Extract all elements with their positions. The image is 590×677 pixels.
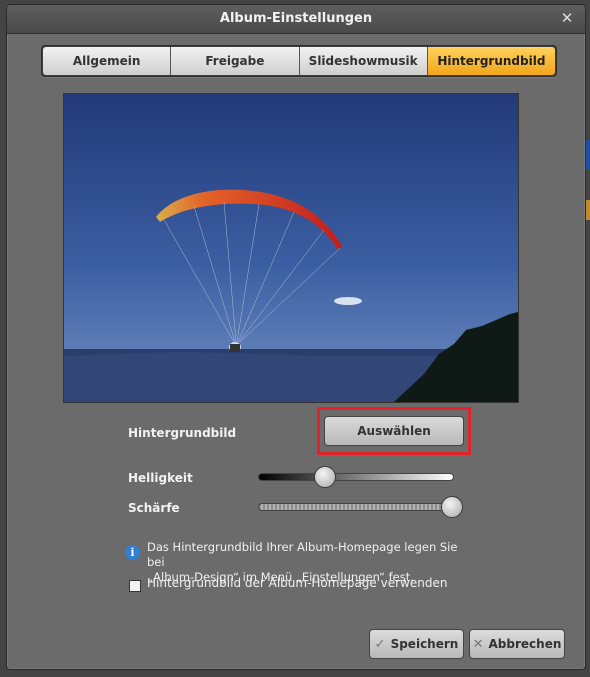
sharpness-label: Schärfe <box>128 501 180 515</box>
sharpness-slider-track[interactable] <box>258 503 454 511</box>
info-text-line: Das Hintergrundbild Ihrer Album-Homepage… <box>147 540 458 569</box>
check-icon: ✓ <box>374 636 386 652</box>
save-button-label: Speichern <box>390 637 459 651</box>
close-icon[interactable]: ✕ <box>559 10 575 26</box>
brightness-slider-track[interactable] <box>258 473 454 481</box>
use-homepage-background-checkbox[interactable] <box>129 580 141 592</box>
tab-allgemein[interactable]: Allgemein <box>43 47 172 75</box>
tab-hintergrundbild[interactable]: Hintergrundbild <box>427 47 555 75</box>
use-homepage-background-label[interactable]: Hintergrundbild der Album-Homepage verwe… <box>147 576 447 590</box>
info-icon: i <box>125 545 140 560</box>
background-image-label: Hintergrundbild <box>128 426 237 440</box>
paraglider-photo <box>64 94 518 402</box>
brightness-label: Helligkeit <box>128 471 193 485</box>
cross-icon: ✕ <box>472 636 484 652</box>
brightness-slider-handle[interactable] <box>313 466 336 488</box>
background-image-preview <box>63 93 519 403</box>
tab-bar: Allgemein Freigabe Slideshowmusik Hinter… <box>41 45 557 77</box>
dialog-title: Album-Einstellungen <box>219 11 373 26</box>
save-button[interactable]: ✓ Speichern <box>369 629 464 659</box>
tab-slideshowmusik[interactable]: Slideshowmusik <box>299 47 428 75</box>
tab-freigabe[interactable]: Freigabe <box>171 47 300 75</box>
cancel-button[interactable]: ✕ Abbrechen <box>469 629 565 659</box>
dialog-titlebar: Album-Einstellungen ✕ <box>7 5 585 34</box>
album-settings-dialog: Album-Einstellungen ✕ Allgemein Freigabe… <box>6 4 586 670</box>
choose-button[interactable]: Auswählen <box>324 416 464 446</box>
cancel-button-label: Abbrechen <box>488 637 562 651</box>
sharpness-slider-handle[interactable] <box>441 496 464 518</box>
